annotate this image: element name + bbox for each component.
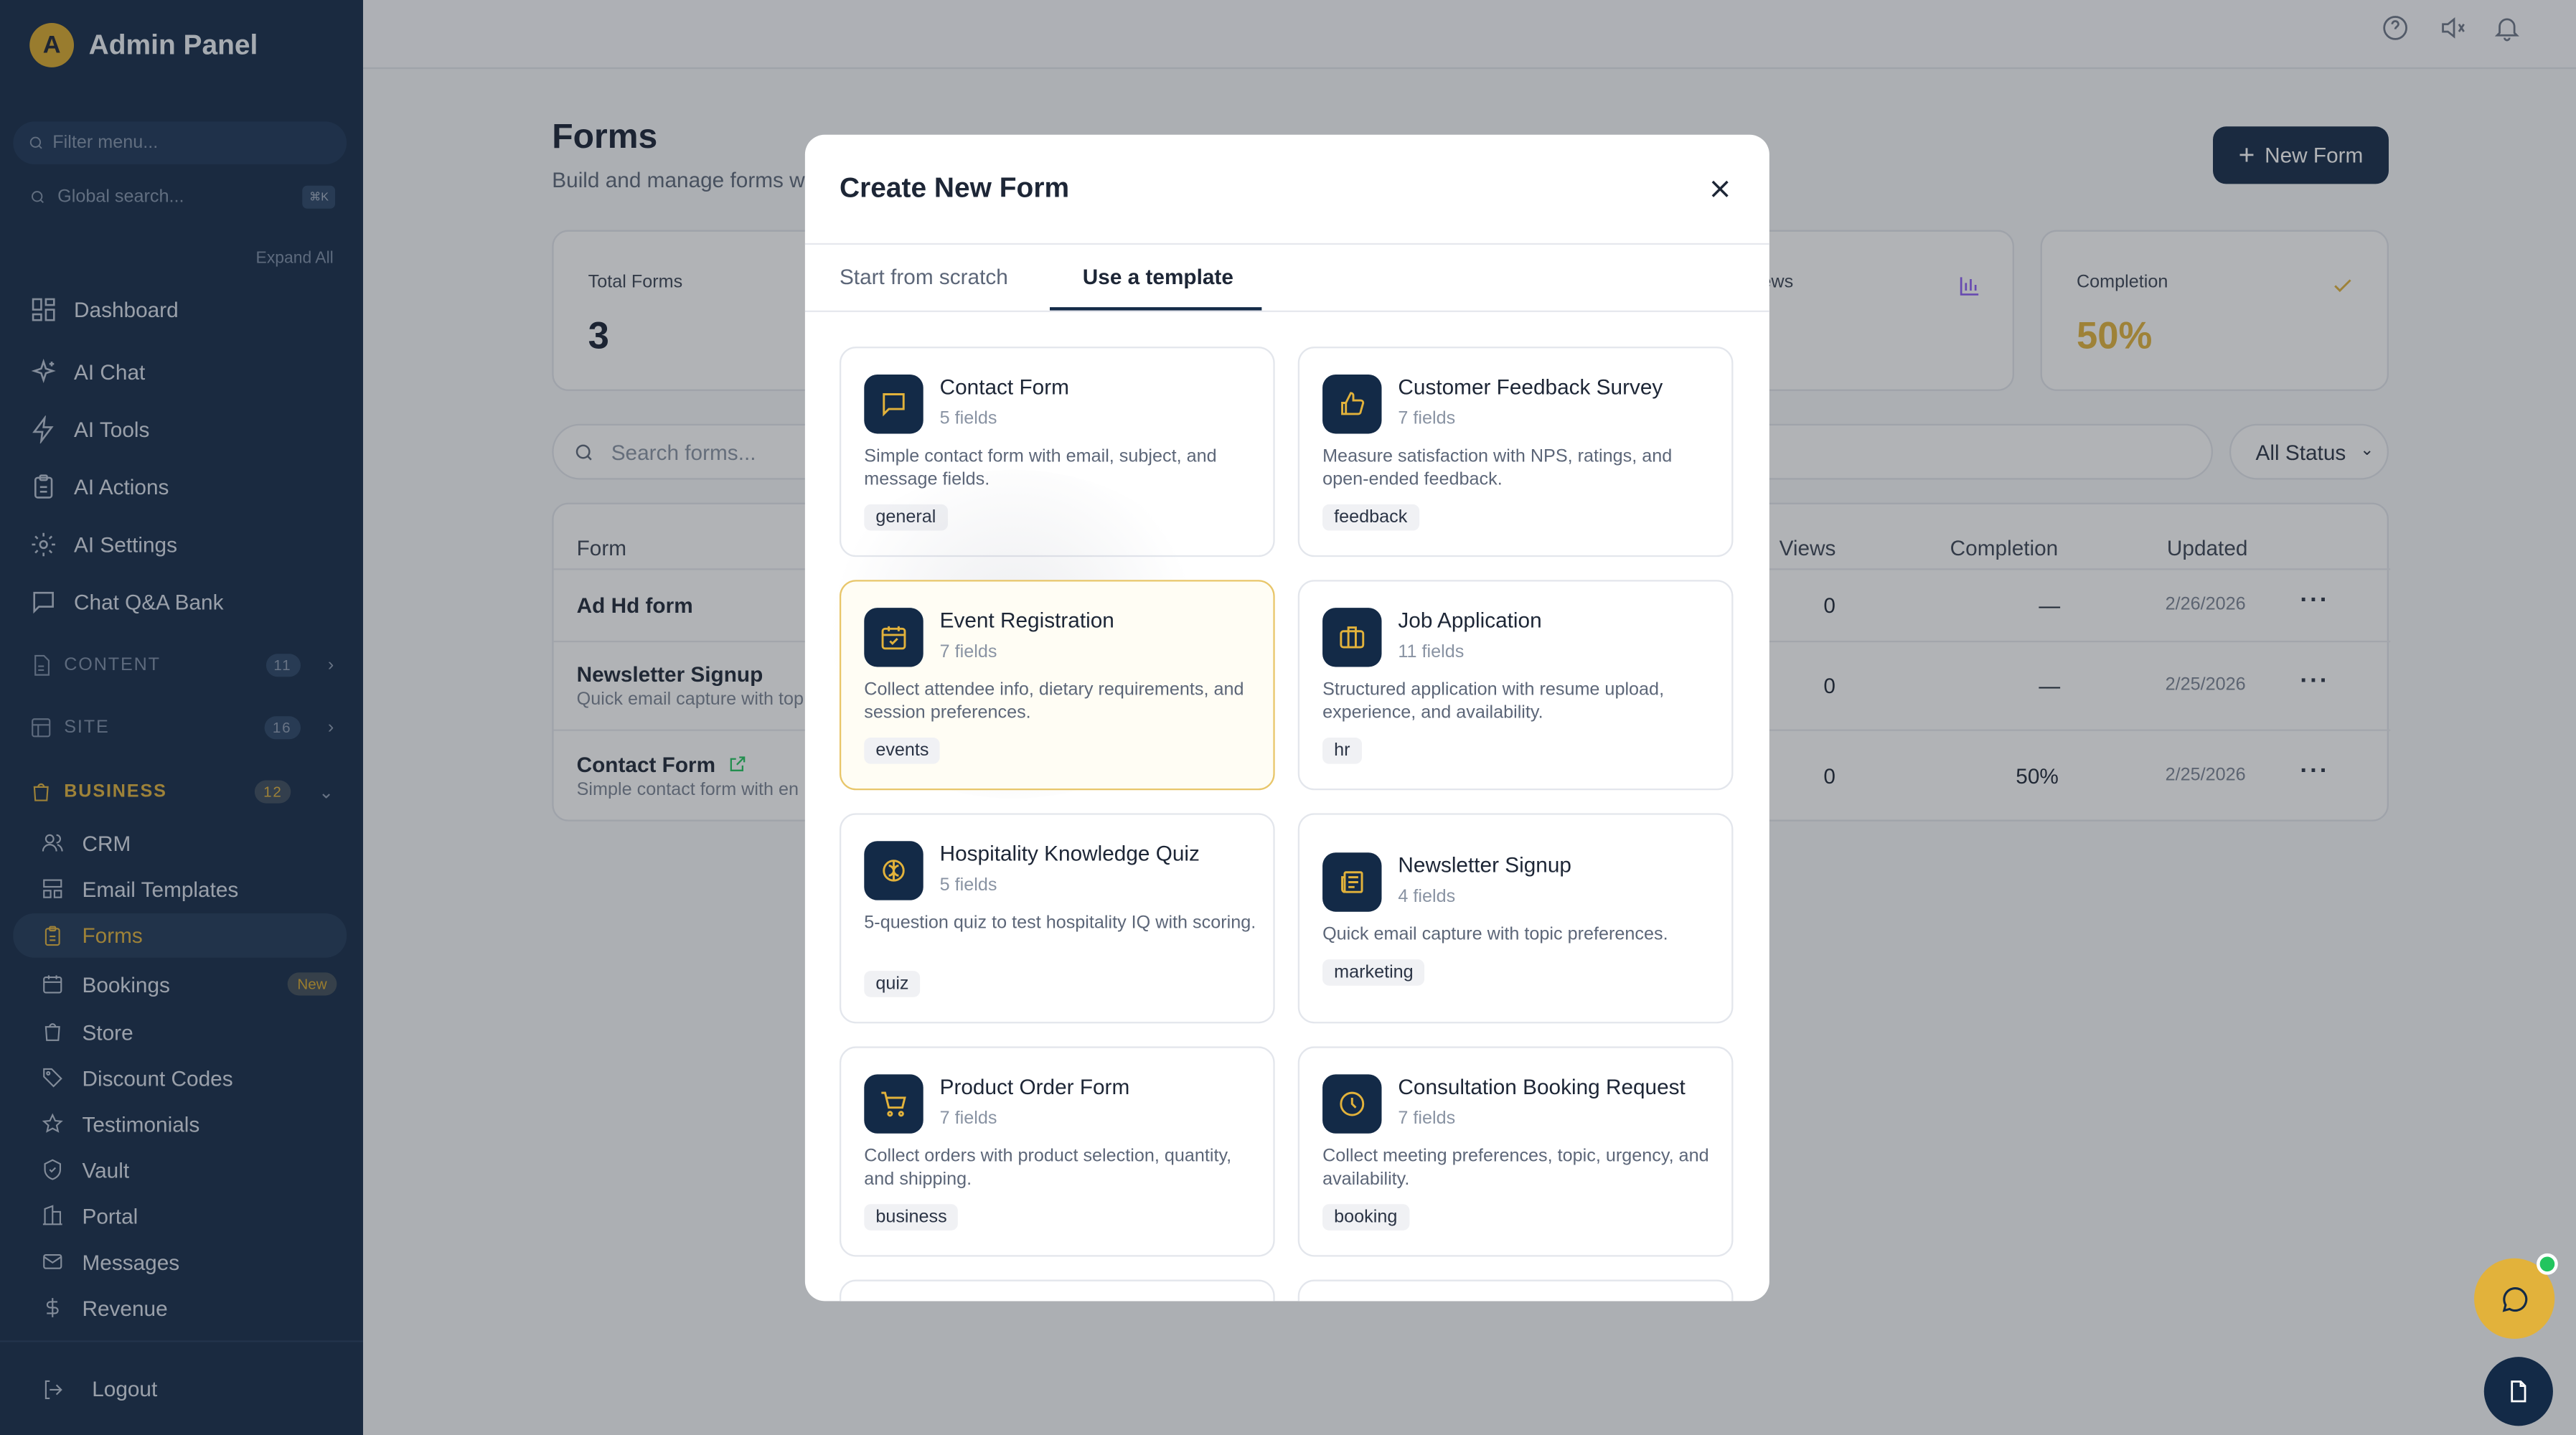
briefcase-icon — [1322, 608, 1382, 667]
tab-start-from-scratch[interactable]: Start from scratch — [840, 265, 1008, 289]
newspaper-icon — [1322, 852, 1382, 912]
template-description: Quick email capture with topic preferenc… — [1322, 925, 1668, 945]
dialog-divider — [804, 243, 1769, 245]
template-field-count: 5 fields — [939, 409, 997, 429]
template-title: Customer Feedback Survey — [1398, 375, 1663, 400]
template-card-customer-feedback-survey[interactable]: Customer Feedback Survey 7 fields Measur… — [1297, 347, 1734, 557]
template-field-count: 7 fields — [939, 1109, 997, 1129]
template-description: Collect attendee info, dietary requireme… — [864, 679, 1244, 723]
template-title: Job Application — [1398, 608, 1542, 633]
template-field-count: 5 fields — [939, 875, 997, 895]
template-tag: hr — [1322, 738, 1362, 764]
close-icon — [1711, 180, 1729, 197]
create-form-dialog: Create New Form Start from scratch Use a… — [804, 134, 1769, 1302]
thumbs-up-icon — [1322, 375, 1382, 434]
template-description: Collect orders with product selection, q… — [864, 1147, 1232, 1190]
template-card-hospitality-knowledge-quiz[interactable]: Hospitality Knowledge Quiz 5 fields 5-qu… — [839, 813, 1275, 1024]
close-button[interactable] — [1706, 174, 1735, 204]
template-title: Product Order Form — [939, 1074, 1130, 1099]
cart-icon — [864, 1074, 923, 1134]
template-card-job-application[interactable]: Job Application 11 fields Structured app… — [1297, 580, 1734, 791]
template-title: Hospitality Knowledge Quiz — [939, 841, 1200, 866]
template-card-partial[interactable] — [1297, 1279, 1734, 1302]
template-tag: quiz — [864, 971, 921, 997]
template-card-product-order-form[interactable]: Product Order Form 7 fields Collect orde… — [839, 1046, 1275, 1257]
dialog-divider — [804, 310, 1769, 313]
template-card-consultation-booking-request[interactable]: Consultation Booking Request 7 fields Co… — [1297, 1046, 1734, 1257]
template-card-event-registration[interactable]: Event Registration 7 fields Collect atte… — [839, 580, 1275, 791]
template-description: Collect meeting preferences, topic, urge… — [1322, 1147, 1709, 1190]
template-field-count: 7 fields — [1398, 409, 1456, 429]
template-card-newsletter-signup[interactable]: Newsletter Signup 4 fields Quick email c… — [1297, 813, 1734, 1024]
message-icon — [864, 375, 923, 434]
template-description: 5-question quiz to test hospitality IQ w… — [864, 913, 1256, 933]
template-tag: business — [864, 1204, 959, 1231]
brain-icon — [864, 841, 923, 900]
template-field-count: 4 fields — [1398, 887, 1456, 907]
notes-fab-button[interactable] — [2483, 1357, 2553, 1426]
template-tag: events — [864, 738, 941, 764]
online-status-dot — [2537, 1253, 2558, 1275]
template-field-count: 7 fields — [939, 642, 997, 662]
calendar-check-icon — [864, 608, 923, 667]
dialog-title: Create New Form — [839, 172, 1070, 204]
file-icon — [2511, 1380, 2526, 1403]
template-tag: marketing — [1322, 959, 1425, 986]
template-description: Structured application with resume uploa… — [1322, 679, 1665, 723]
template-tag: booking — [1322, 1204, 1409, 1231]
template-field-count: 7 fields — [1398, 1109, 1456, 1129]
clock-icon — [1322, 1074, 1382, 1134]
template-description: Measure satisfaction with NPS, ratings, … — [1322, 446, 1673, 490]
template-title: Event Registration — [939, 608, 1114, 633]
template-title: Contact Form — [939, 375, 1069, 400]
chat-bubble-icon — [2501, 1286, 2527, 1312]
template-title: Newsletter Signup — [1398, 852, 1571, 878]
tab-use-a-template[interactable]: Use a template — [1083, 265, 1233, 289]
template-tag: feedback — [1322, 504, 1419, 531]
template-field-count: 11 fields — [1398, 642, 1465, 662]
template-card-partial[interactable] — [839, 1279, 1275, 1302]
template-title: Consultation Booking Request — [1398, 1074, 1686, 1099]
